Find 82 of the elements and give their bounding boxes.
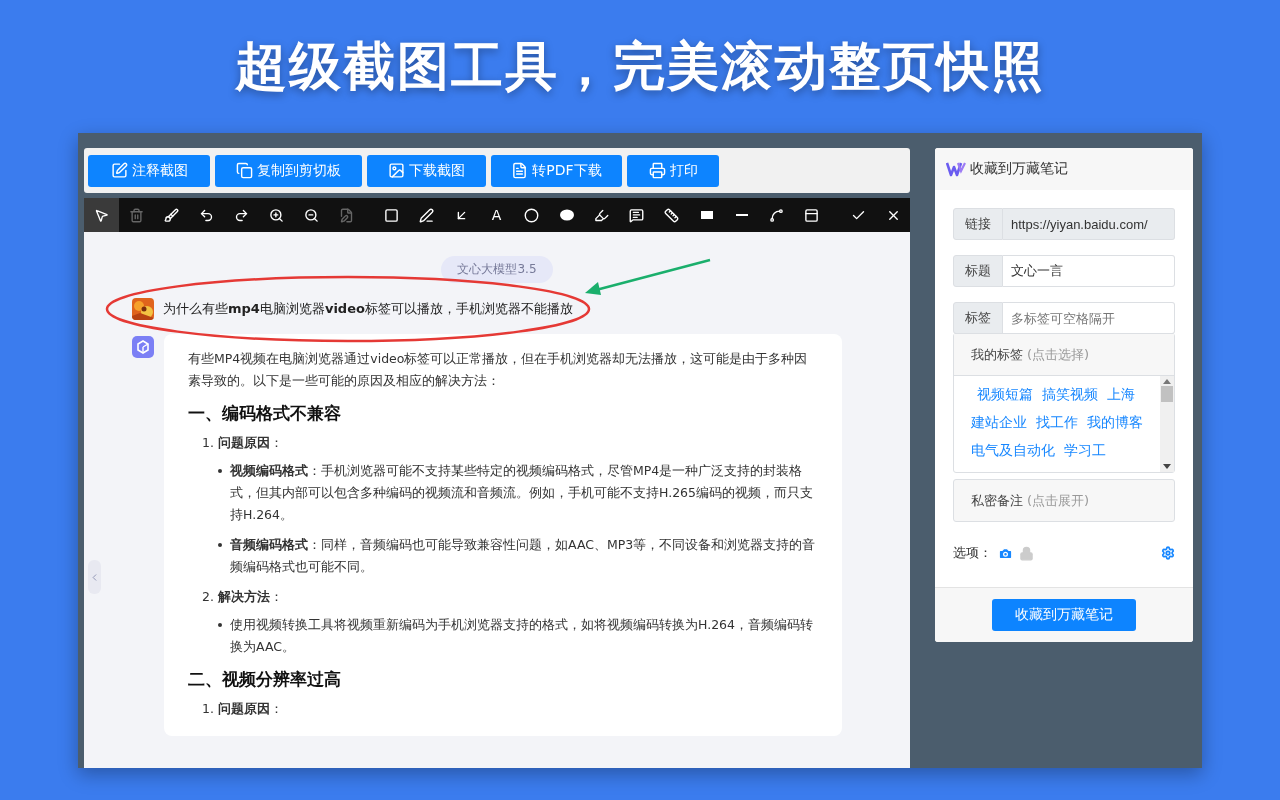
input-field[interactable]: 文心一言 xyxy=(1003,255,1175,287)
comment-icon xyxy=(629,207,644,223)
ruler-icon xyxy=(664,207,679,223)
colon: ： xyxy=(269,588,283,606)
redo-icon xyxy=(234,207,249,223)
tags-title: 我的标签 xyxy=(971,345,1023,364)
zoom-out-icon xyxy=(304,207,319,223)
scrollbar-thumb[interactable] xyxy=(1161,386,1173,402)
options-label: 选项： xyxy=(953,544,992,562)
bullet-text: 视频编码格式：手机浏览器可能不支持某些特定的视频编码格式，尽管MP4是一种广泛支持的封装格式，但其内部可以包含多种编码的视频流和音频流。例如，手机可能不支持H.265编码的视频，而只支持H.264。 xyxy=(230,462,814,524)
list-number: 1. xyxy=(202,434,214,452)
undo-icon xyxy=(199,207,214,223)
action-button[interactable]: 打印 xyxy=(627,154,719,187)
action-icon xyxy=(648,162,666,179)
collapse-handle[interactable] xyxy=(88,560,101,594)
field-label: 标题 xyxy=(953,255,1003,287)
camera-icon[interactable] xyxy=(998,545,1013,561)
text-tool[interactable]: A xyxy=(479,198,514,232)
private-note-panel[interactable]: 私密备注 (点击展开) xyxy=(953,479,1175,522)
action-button[interactable]: 下载截图 xyxy=(367,154,486,187)
scrollbar[interactable] xyxy=(1160,376,1174,472)
curve-icon xyxy=(769,207,784,223)
pointer-icon xyxy=(94,207,109,223)
line-icon xyxy=(735,214,748,216)
rectangle-icon xyxy=(384,207,399,223)
tags-hint: (点击选择) xyxy=(1027,345,1090,364)
pen-icon xyxy=(419,207,434,223)
list-number: 1. xyxy=(202,700,214,718)
tag-link[interactable]: 上海 xyxy=(1107,386,1135,402)
action-icon xyxy=(110,162,128,179)
zoom-in-icon xyxy=(269,207,284,223)
tag-link[interactable]: 学习工 xyxy=(1064,442,1106,458)
input-field[interactable]: https://yiyan.baidu.com/ xyxy=(1003,208,1175,240)
bullet-icon xyxy=(218,469,222,473)
filled-ellipse-icon xyxy=(558,207,575,223)
tag-link[interactable]: 建站企业 xyxy=(971,414,1027,430)
answer-paragraph: 有些MP4视频在电脑浏览器通过video标签可以正常播放，但在手机浏览器却无法播放，这可能是由于多种因素导致的。以下是一些可能的原因及相应的解决方法： xyxy=(188,350,809,390)
list-label: 解决方法 xyxy=(217,588,270,606)
input-field[interactable]: 多标签可空格隔开 xyxy=(1003,302,1175,334)
note-title: 私密备注 xyxy=(971,491,1023,510)
field-label: 标签 xyxy=(953,302,1003,334)
action-icon xyxy=(388,162,405,179)
save-button[interactable]: 收藏到万藏笔记 xyxy=(992,599,1136,631)
model-badge: 文心大模型3.5 xyxy=(441,256,553,283)
action-icon xyxy=(236,162,253,179)
action-button[interactable]: 转PDF下载 xyxy=(491,154,622,187)
tag-link[interactable]: 电气及自动化 xyxy=(971,442,1055,458)
trash-icon xyxy=(129,207,144,223)
select-tool[interactable] xyxy=(84,198,119,232)
highlighter-icon xyxy=(594,207,609,223)
bot-avatar-icon xyxy=(132,336,154,358)
field-label: 链接 xyxy=(953,208,1003,240)
bullet-icon xyxy=(218,623,222,627)
logo-icon xyxy=(946,161,966,177)
ellipse-icon xyxy=(524,207,539,223)
bullet-text: 使用视频转换工具将视频重新编码为手机浏览器支持的格式，如将视频编码转换为H.264，音频编码转换为AAC。 xyxy=(230,616,814,656)
list-label: 问题原因 xyxy=(217,700,270,718)
tag-link[interactable]: 视频短篇 xyxy=(977,386,1033,402)
bullet-text: 音频编码格式：同样，音频编码也可能导致兼容性问题，如AAC、MP3等，不同设备和浏览器支持的音频编码格式也可能不同。 xyxy=(230,536,817,576)
settings-icon[interactable] xyxy=(1161,546,1175,560)
panel-title: 收藏到万藏笔记 xyxy=(970,160,1068,178)
note-hint: (点击展开) xyxy=(1027,491,1090,510)
action-button[interactable]: 复制到剪切板 xyxy=(215,154,362,187)
bullet-icon xyxy=(218,543,222,547)
tag-link[interactable]: 找工作 xyxy=(1036,414,1078,430)
list-label: 问题原因 xyxy=(217,434,270,452)
tag-link[interactable]: 我的博客 xyxy=(1087,414,1143,430)
colon: ： xyxy=(269,700,283,718)
section-heading: 二、视频分辨率过高 xyxy=(188,668,342,690)
tag-link[interactable]: 搞笑视频 xyxy=(1042,386,1098,402)
file-edit-icon xyxy=(339,207,354,223)
brush-icon xyxy=(164,207,179,223)
action-icon xyxy=(511,162,529,179)
list-number: 2. xyxy=(202,588,214,606)
scroll-down-icon[interactable] xyxy=(1163,464,1171,469)
section-heading: 一、编码格式不兼容 xyxy=(188,402,342,424)
colon: ： xyxy=(269,434,283,452)
action-button[interactable]: 注释截图 xyxy=(88,154,210,187)
question-text: 为什么有些mp4电脑浏览器video标签可以播放，手机浏览器不能播放 xyxy=(163,300,573,318)
headline: 超级截图工具，完美滚动整页快照 xyxy=(235,34,1045,98)
window-icon xyxy=(804,207,819,223)
scroll-up-icon[interactable] xyxy=(1163,379,1171,384)
